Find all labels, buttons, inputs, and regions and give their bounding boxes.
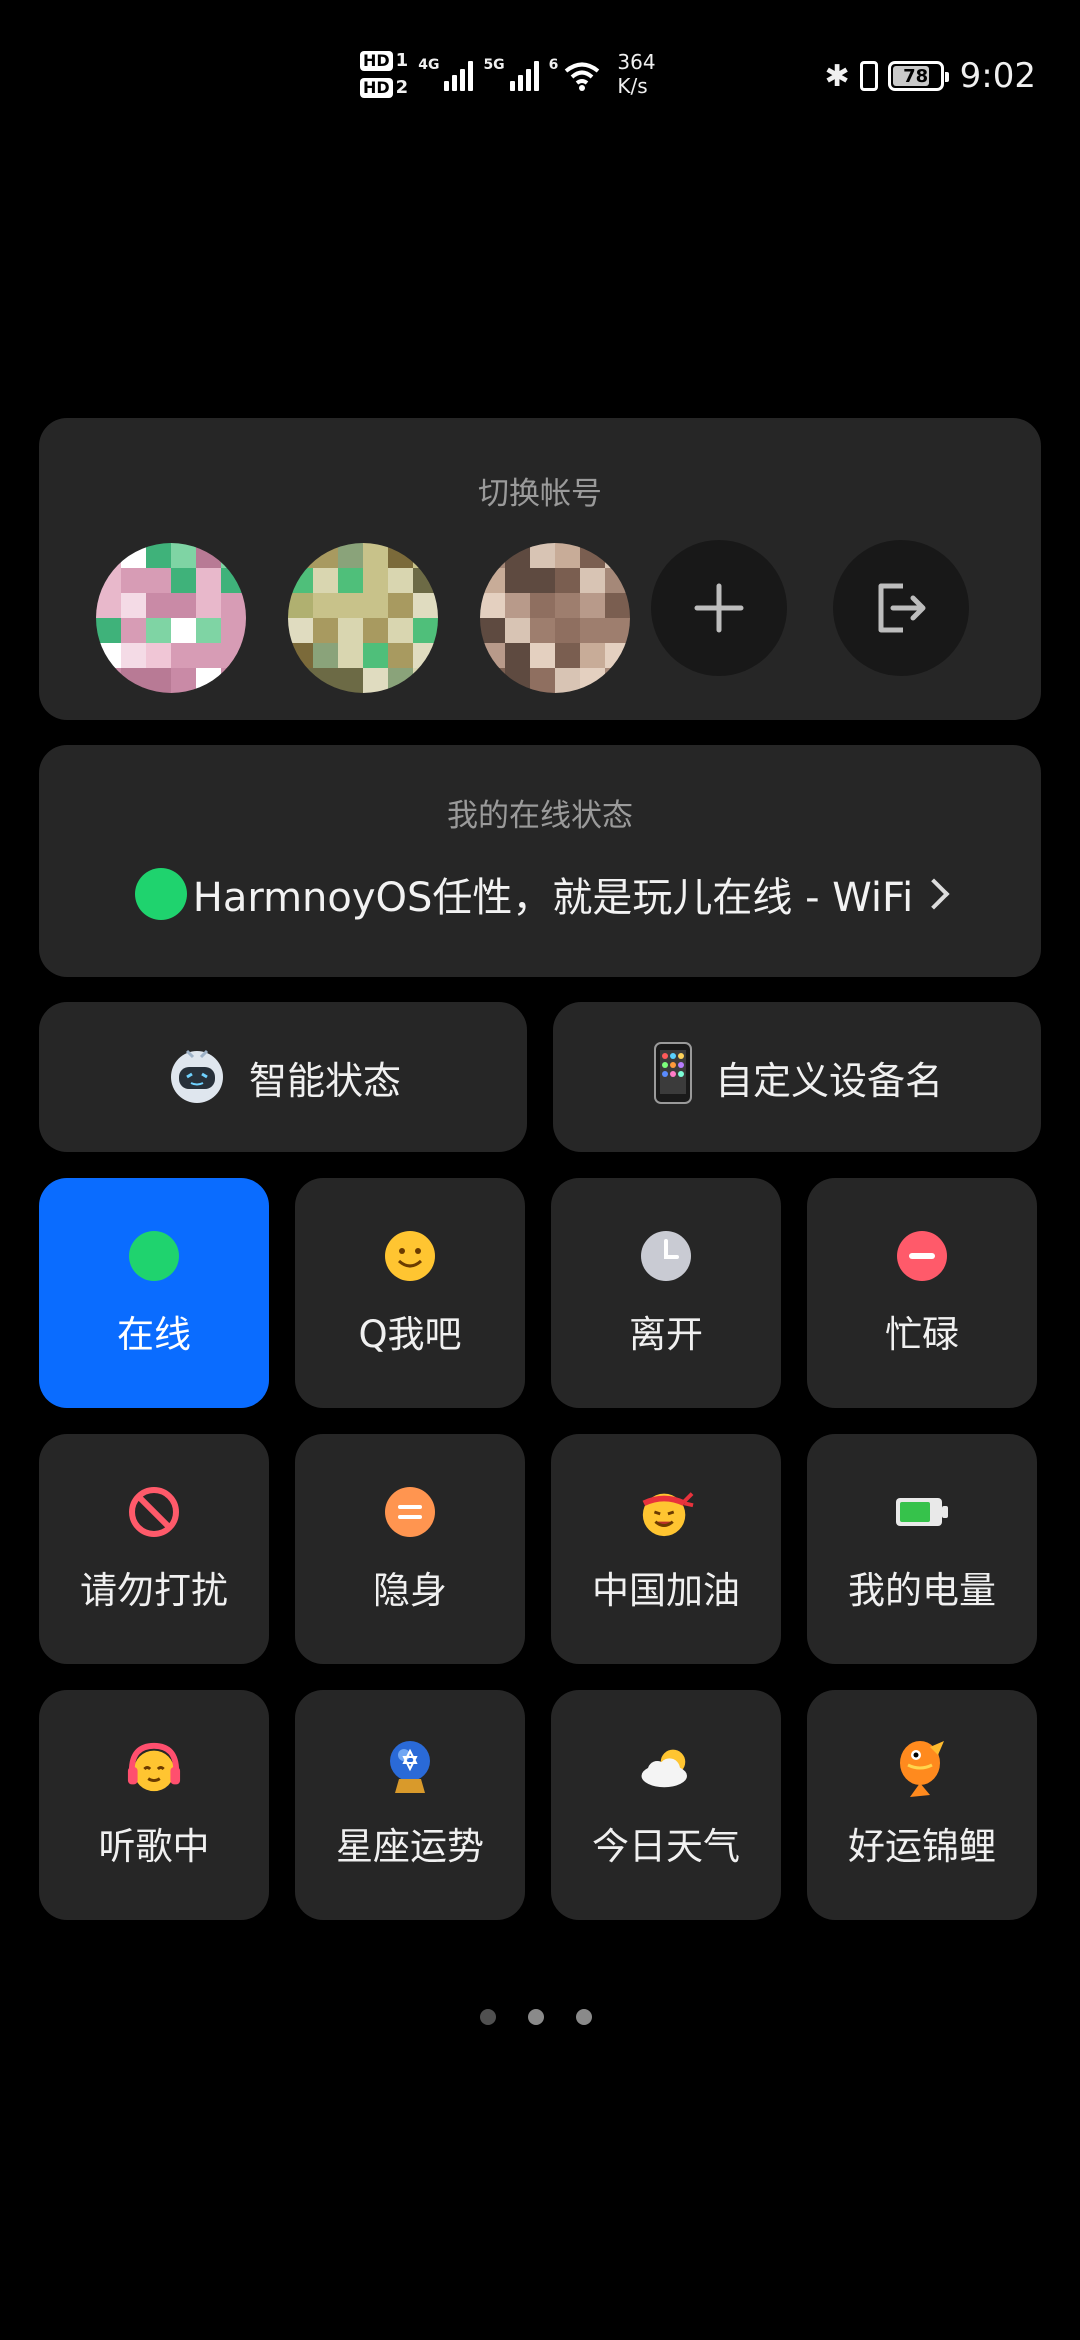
sim2-indicator: HD 2 [360,77,408,98]
status-tile-weather[interactable]: 今日天气 [551,1690,781,1920]
online-status-row[interactable]: HarmnoyOS任性，就是玩儿在线 - WiFi [39,865,1041,923]
sim2-index: 2 [395,77,409,98]
no-entry-icon [126,1484,182,1540]
battery-icon [894,1484,950,1540]
status-tile-busy[interactable]: 忙碌 [807,1178,1037,1408]
custom-device-name-label: 自定义设备名 [714,1058,943,1103]
sim1-label: HD [360,50,393,71]
net-speed-unit: K/s [617,74,648,98]
status-tile-q-me[interactable]: Q我吧 [295,1178,525,1408]
clock-icon [638,1228,694,1284]
status-tile-label: Q我吧 [358,1313,462,1356]
signal-icon-1: 4G [418,57,474,91]
weather-icon [638,1740,694,1796]
status-tile-online[interactable]: 在线 [39,1178,269,1408]
sim-indicators: HD 1 HD 2 [360,50,408,98]
sim1-indicator: HD 1 [360,50,408,71]
invisible-icon [382,1484,438,1540]
page-dot-1[interactable] [480,2009,496,2025]
status-tile-invisible[interactable]: 隐身 [295,1434,525,1664]
switch-account-title: 切换帐号 [478,476,602,512]
status-tile-label: 在线 [117,1313,191,1356]
busy-icon [894,1228,950,1284]
status-tile-label: 离开 [629,1313,703,1356]
battery-icon: 78 [887,61,949,91]
status-tile-do-not-disturb[interactable]: 请勿打扰 [39,1434,269,1664]
status-tile-label: 今日天气 [592,1825,740,1868]
plus-icon [694,583,744,633]
status-tile-label: 好运锦鲤 [848,1825,996,1868]
online-dot-icon [134,868,187,920]
page-indicator [480,2009,592,2025]
headphones-icon [126,1740,182,1796]
koi-icon [894,1740,950,1797]
net-speed-value: 364 [617,50,656,74]
online-status-card[interactable]: 我的在线状态 HarmnoyOS任性，就是玩儿在线 - WiFi [39,745,1041,977]
status-tile-my-battery[interactable]: 我的电量 [807,1434,1037,1664]
status-tile-label: 星座运势 [336,1825,484,1868]
status-tile-listening-music[interactable]: 听歌中 [39,1690,269,1920]
robot-icon [165,1041,229,1114]
status-right: ✱ 78 9:02 [825,56,1037,96]
status-tile-label: 忙碌 [885,1313,959,1356]
status-tile-horoscope[interactable]: 星座运势 [295,1690,525,1920]
avatar-2[interactable] [288,543,438,693]
cheer-icon [638,1484,694,1540]
logout-button[interactable] [833,540,969,676]
avatar-1[interactable] [96,543,246,693]
status-tile-label: 我的电量 [848,1569,996,1612]
status-tile-away[interactable]: 离开 [551,1178,781,1408]
page-dot-3[interactable] [576,2009,592,2025]
sim1-index: 1 [395,50,409,71]
online-status-title: 我的在线状态 [447,798,633,834]
status-tile-label: 隐身 [373,1569,447,1612]
status-tile-label: 中国加油 [592,1569,740,1612]
crystal-ball-icon [382,1740,438,1796]
page-dot-2[interactable] [528,2009,544,2025]
custom-device-name-button[interactable]: 自定义设备名 [553,1002,1041,1152]
switch-account-card: 切换帐号 [39,418,1041,720]
add-account-button[interactable] [651,540,787,676]
avatar-3[interactable] [480,543,630,693]
smart-status-label: 智能状态 [248,1058,401,1103]
net1-label: 4G [418,57,440,73]
status-tile-china-cheer[interactable]: 中国加油 [551,1434,781,1664]
status-tile-lucky-koi[interactable]: 好运锦鲤 [807,1690,1037,1920]
clock: 9:02 [959,56,1036,96]
sim2-label: HD [360,77,393,98]
green-dot-icon [126,1228,182,1284]
chevron-right-icon [918,878,950,910]
wifi-icon: 6 [549,57,602,91]
status-tile-label: 听歌中 [98,1825,210,1868]
bluetooth-icon: ✱ [824,58,850,94]
smart-status-button[interactable]: 智能状态 [39,1002,527,1152]
net2-label: 5G [483,57,505,73]
phone-icon [651,1041,695,1114]
net-speed: 364 K/s [617,50,655,98]
online-status-text: HarmnoyOS任性，就是玩儿在线 - WiFi [192,875,914,921]
status-bar: HD 1 HD 2 4G 5G 6 364 K/s ✱ 78 9:02 [0,0,1080,150]
battery-level: 78 [903,65,929,87]
status-left: HD 1 HD 2 4G 5G 6 364 K/s [360,50,656,98]
vibrate-icon [859,61,878,91]
status-tile-label: 请勿打扰 [80,1569,228,1612]
signal-icon-2: 5G [483,57,539,91]
smile-icon [382,1228,438,1284]
wifi-label: 6 [548,57,559,73]
logout-icon [878,583,926,633]
